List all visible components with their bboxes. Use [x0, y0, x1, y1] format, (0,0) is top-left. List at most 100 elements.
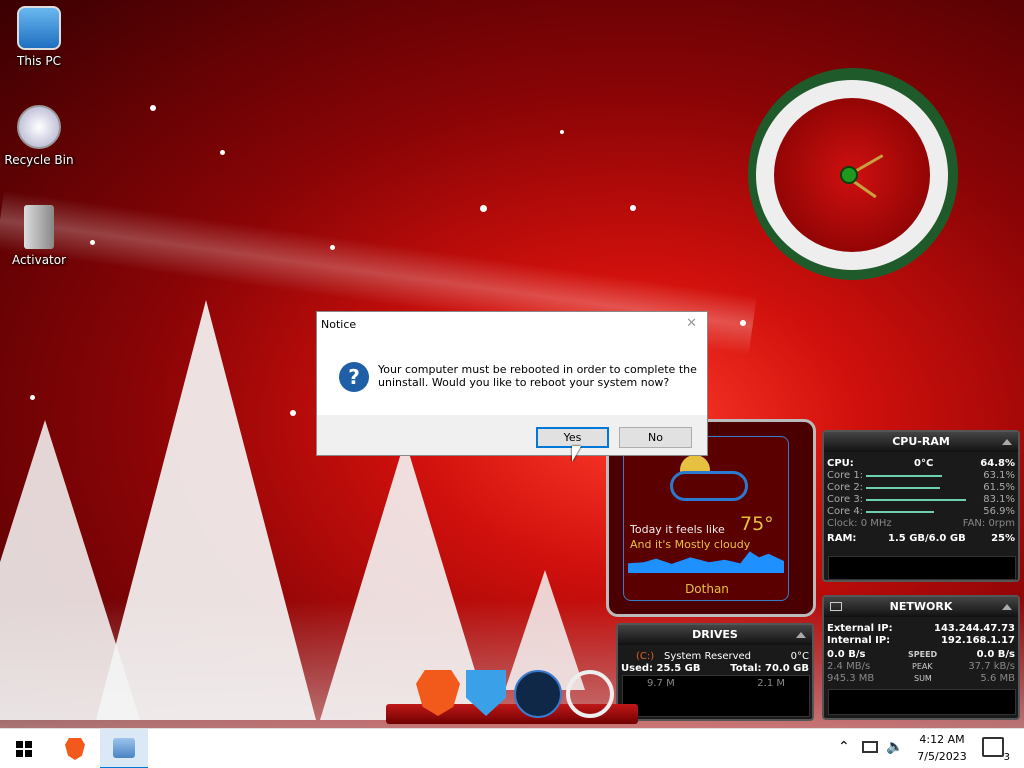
snowflake — [220, 150, 225, 155]
snowflake — [630, 205, 636, 211]
core-value: 56.9% — [983, 506, 1015, 517]
core-bar — [866, 511, 934, 513]
snowflake — [290, 410, 296, 416]
taskbar-date[interactable]: 7/5/2023 — [912, 750, 972, 763]
cpu-clock: Clock: 0 MHz — [827, 518, 892, 529]
installer-taskbar-button[interactable] — [100, 729, 148, 768]
ram-percent: 25% — [991, 533, 1015, 544]
drive-temp: 0°C — [790, 651, 809, 662]
core-row: Core 1: 63.1% — [824, 470, 1018, 482]
core-label: Core 1: — [827, 470, 864, 481]
cpu-row: CPU: 0°C 64.8% — [824, 458, 1018, 470]
speed-label: SPEED — [908, 650, 938, 659]
notice-dialog: Notice ✕ ? Your computer must be reboote… — [316, 311, 708, 456]
weather-temp: 75° — [740, 513, 774, 535]
upload-sum: 5.6 MB — [980, 673, 1015, 684]
external-ip-value: 143.244.47.73 — [934, 623, 1015, 634]
upload-speed: 0.0 B/s — [976, 649, 1015, 660]
collapse-icon[interactable] — [796, 632, 806, 638]
network-widget: NETWORK External IP: 143.244.47.73 Inter… — [822, 595, 1020, 720]
ram-row: RAM: 1.5 GB/6.0 GB 25% — [824, 533, 1018, 545]
no-button[interactable]: No — [619, 427, 692, 448]
desktop-icon-activator[interactable]: Activator — [1, 205, 77, 267]
desktop-icon-recycle-bin[interactable]: Recycle Bin — [1, 105, 77, 167]
brave-taskbar-button[interactable] — [51, 729, 99, 768]
drive-write: 2.1 M — [757, 678, 785, 689]
drive-name: System Reserved — [664, 651, 752, 662]
core-row: Core 4: 56.9% — [824, 506, 1018, 518]
dialog-title: Notice — [321, 318, 357, 331]
question-icon: ? — [339, 362, 369, 392]
notifications-button[interactable]: 3 — [982, 737, 1010, 763]
drive-activity-graph: 9.7 M 2.1 M — [622, 675, 810, 717]
collapse-icon[interactable] — [1002, 439, 1012, 445]
sum-row: 945.3 MB SUM 5.6 MB — [824, 673, 1018, 685]
download-peak: 2.4 MB/s — [827, 661, 871, 672]
core-row: Core 3: 83.1% — [824, 494, 1018, 506]
desktop-icon-this-pc[interactable]: This PC — [1, 6, 77, 68]
cpu-graph — [828, 556, 1016, 580]
core-value: 63.1% — [983, 470, 1015, 481]
drives-widget: DRIVES (C:) System Reserved 0°C Used: 25… — [616, 623, 814, 721]
core-value: 61.5% — [983, 482, 1015, 493]
weather-city-skyline — [628, 551, 784, 573]
weather-panel: Today it feels like 75° And it's Mostly … — [623, 436, 789, 601]
desktop-icon-label: Recycle Bin — [4, 153, 74, 167]
windows-icon — [16, 741, 32, 757]
recycle-bin-icon — [17, 105, 61, 149]
drive-total: Total: 70.0 GB — [730, 663, 809, 674]
speed-row: 0.0 B/s SPEED 0.0 B/s — [824, 649, 1018, 661]
collapse-icon[interactable] — [1002, 604, 1012, 610]
refresh-dock-icon[interactable] — [566, 670, 614, 718]
core-bar — [866, 487, 940, 489]
start-button[interactable] — [0, 729, 48, 768]
notification-count-badge: 3 — [1003, 752, 1010, 763]
network-tray-icon[interactable] — [862, 741, 878, 753]
weather-feels-like: Today it feels like — [630, 523, 725, 536]
drives-header: DRIVES — [618, 625, 812, 645]
app-dock-icon[interactable] — [514, 670, 562, 718]
core-label: Core 4: — [827, 506, 864, 517]
external-ip-row: External IP: 143.244.47.73 — [824, 623, 1018, 635]
wallpaper-tree — [0, 420, 140, 720]
christmas-clock — [712, 40, 992, 315]
internal-ip-label: Internal IP: — [827, 635, 891, 646]
cpu-percent: 64.8% — [980, 458, 1015, 469]
upload-peak: 37.7 kB/s — [968, 661, 1015, 672]
desktop-icon-label: Activator — [11, 253, 67, 267]
snowflake — [480, 205, 487, 212]
network-icon — [830, 602, 842, 611]
download-sum: 945.3 MB — [827, 673, 875, 684]
dialog-button-bar: Yes No — [317, 415, 707, 455]
external-ip-label: External IP: — [827, 623, 893, 634]
core-label: Core 3: — [827, 494, 864, 505]
core-value: 83.1% — [983, 494, 1015, 505]
taskbar: ⌃ 🔈 4:12 AM 7/5/2023 3 — [0, 728, 1024, 768]
computer-icon — [17, 6, 61, 50]
snowflake — [560, 130, 564, 134]
sum-label: SUM — [914, 674, 932, 683]
activator-icon — [24, 205, 54, 249]
core-label: Core 2: — [827, 482, 864, 493]
close-icon[interactable]: ✕ — [686, 316, 697, 331]
cpu-ram-widget: CPU-RAM CPU: 0°C 64.8% Core 1: 63.1% Cor… — [822, 430, 1020, 582]
weather-condition: And it's Mostly cloudy — [630, 538, 751, 551]
installer-icon — [113, 738, 135, 758]
peak-label: PEAK — [912, 662, 933, 671]
clock-row: Clock: 0 MHz FAN: 0rpm — [824, 518, 1018, 530]
snowflake — [740, 320, 746, 326]
drives-title: DRIVES — [692, 628, 738, 641]
cpu-ram-title: CPU-RAM — [892, 435, 950, 448]
show-hidden-icons-chevron-icon[interactable]: ⌃ — [838, 739, 850, 755]
taskbar-time[interactable]: 4:12 AM — [912, 733, 972, 746]
volume-muted-icon[interactable]: 🔈 — [886, 739, 903, 755]
dock — [386, 668, 638, 724]
internal-ip-row: Internal IP: 192.168.1.17 — [824, 635, 1018, 647]
drive-row: (C:) System Reserved 0°C — [618, 651, 812, 663]
network-graph — [828, 689, 1016, 715]
snowflake — [330, 245, 335, 250]
cpu-ram-header: CPU-RAM — [824, 432, 1018, 452]
drive-read: 9.7 M — [647, 678, 675, 689]
internal-ip-value: 192.168.1.17 — [940, 635, 1015, 646]
yes-button[interactable]: Yes — [536, 427, 609, 448]
